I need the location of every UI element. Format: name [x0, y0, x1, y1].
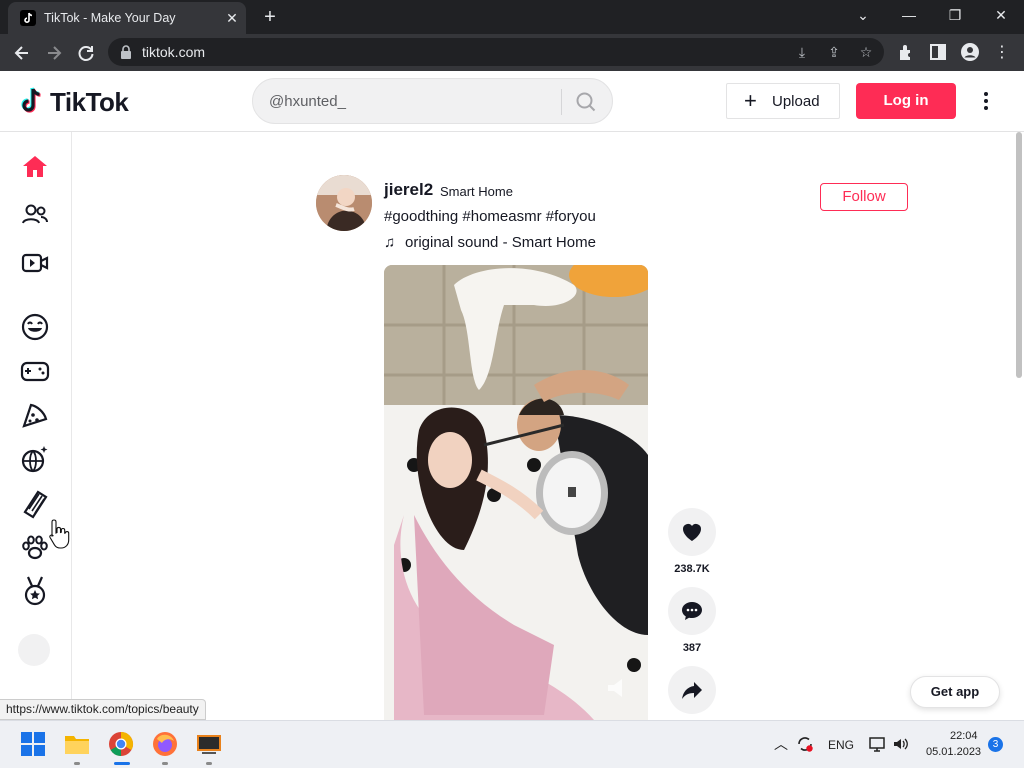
tiktok-logo-icon	[21, 87, 41, 113]
share-button[interactable]	[668, 666, 716, 714]
search-divider	[561, 89, 562, 115]
animals-icon	[22, 535, 48, 560]
browser-tab[interactable]: TikTok - Make Your Day ✕	[8, 2, 246, 34]
get-app-button[interactable]: Get app	[910, 676, 1000, 708]
address-url: tiktok.com	[142, 44, 206, 60]
chrome-icon[interactable]	[108, 731, 134, 757]
creator-avatar[interactable]	[316, 175, 372, 231]
music-title: original sound - Smart Home	[405, 234, 596, 251]
clock-time[interactable]: 22:04	[950, 730, 978, 742]
dance-icon	[21, 446, 48, 473]
sidebar-item-beauty[interactable]	[18, 486, 52, 520]
comment-icon	[682, 602, 702, 620]
heart-icon	[683, 524, 701, 541]
beauty-icon	[23, 490, 48, 519]
sidebar-item-comedy[interactable]	[18, 310, 52, 344]
notification-badge[interactable]: 3	[988, 737, 1003, 752]
back-icon[interactable]	[11, 42, 33, 64]
like-count: 238.7K	[674, 563, 710, 575]
video-player[interactable]	[384, 265, 648, 720]
sidebar-item-following[interactable]	[18, 198, 52, 232]
bookmark-star-icon[interactable]: ☆	[858, 44, 874, 60]
tab-title: TikTok - Make Your Day	[44, 11, 176, 25]
sidebar-item-dance[interactable]	[18, 442, 52, 476]
video-frame	[384, 265, 648, 720]
tab-close-icon[interactable]: ✕	[222, 8, 242, 28]
search-icon[interactable]	[575, 91, 597, 113]
tiktok-favicon-icon	[20, 10, 36, 26]
following-icon	[22, 204, 48, 224]
profile-icon[interactable]	[959, 42, 981, 64]
firefox-running-indicator	[162, 762, 168, 765]
windows-start-icon[interactable]	[20, 731, 46, 757]
restore-icon[interactable]: ❐	[932, 0, 978, 32]
language-indicator[interactable]: ENG	[828, 738, 854, 752]
network-icon[interactable]	[868, 735, 886, 753]
sidebar-item-home[interactable]	[18, 150, 52, 184]
live-icon	[21, 253, 49, 273]
app-window-icon[interactable]	[196, 731, 222, 757]
comment-count: 387	[682, 642, 702, 654]
upload-button[interactable]: + Upload	[726, 83, 840, 119]
install-app-icon[interactable]: ⤓	[794, 44, 810, 60]
sidebar-item-live[interactable]	[18, 246, 52, 280]
app-running-indicator	[206, 762, 212, 765]
sidebar-item-food[interactable]	[18, 398, 52, 432]
new-tab-icon[interactable]: +	[260, 6, 280, 28]
chrome-menu-icon[interactable]: ⋮	[991, 42, 1013, 64]
windows-taskbar: ︿ ENG 22:04 05.01.2023 3	[0, 720, 1024, 768]
share-arrow-icon	[682, 682, 702, 699]
sidebar-item-gaming[interactable]	[18, 354, 52, 388]
lock-icon[interactable]	[120, 45, 132, 59]
explorer-running-indicator	[74, 762, 80, 765]
tray-overflow-icon[interactable]: ︿	[774, 734, 788, 754]
page-scrollbar[interactable]	[1016, 132, 1022, 378]
sidebar-item-animals[interactable]	[18, 530, 52, 564]
sync-icon[interactable]	[796, 735, 814, 753]
file-explorer-icon[interactable]	[64, 731, 90, 757]
search-bar[interactable]: @hxunted_	[252, 78, 613, 124]
hand-cursor-icon	[49, 519, 70, 549]
post-music[interactable]: ♫ original sound - Smart Home	[384, 234, 596, 251]
clock-date[interactable]: 05.01.2023	[926, 746, 981, 758]
gaming-icon	[20, 361, 50, 382]
music-note-icon: ♫	[384, 234, 396, 251]
address-bar[interactable]: tiktok.com ⤓ ⇪ ☆	[108, 38, 884, 66]
sidebar-avatar-placeholder[interactable]	[18, 634, 50, 666]
food-icon	[22, 403, 48, 428]
comment-button[interactable]	[668, 587, 716, 635]
creator-nickname[interactable]: Smart Home	[440, 184, 513, 199]
plus-icon: +	[744, 88, 757, 113]
sidebar	[0, 132, 72, 720]
volume-icon[interactable]	[892, 735, 910, 753]
follow-button[interactable]: Follow	[820, 183, 908, 211]
search-input[interactable]: @hxunted_	[269, 93, 346, 110]
logo-wordmark: TikTok	[50, 87, 129, 117]
link-status-bar: https://www.tiktok.com/topics/beauty	[0, 699, 206, 720]
window-close-icon[interactable]: ✕	[978, 0, 1024, 32]
upload-label: Upload	[772, 93, 820, 110]
post-caption[interactable]: #goodthing #homeasmr #foryou	[384, 208, 596, 225]
home-icon	[23, 156, 47, 177]
firefox-icon[interactable]	[152, 731, 178, 757]
sports-icon	[24, 576, 46, 606]
side-panel-icon[interactable]	[927, 42, 949, 64]
extensions-icon[interactable]	[895, 42, 917, 64]
chrome-active-indicator	[114, 762, 130, 765]
forward-icon[interactable]	[43, 42, 65, 64]
more-menu-icon[interactable]	[976, 90, 996, 112]
reload-icon[interactable]	[75, 42, 97, 64]
share-icon[interactable]: ⇪	[826, 44, 842, 60]
creator-username[interactable]: jierel2	[384, 180, 433, 200]
comedy-icon	[21, 313, 49, 341]
like-button[interactable]	[668, 508, 716, 556]
minimize-icon[interactable]: —	[886, 0, 932, 32]
tab-search-icon[interactable]: ⌄	[840, 0, 886, 32]
sidebar-item-sports[interactable]	[18, 574, 52, 608]
login-button[interactable]: Log in	[856, 83, 956, 119]
